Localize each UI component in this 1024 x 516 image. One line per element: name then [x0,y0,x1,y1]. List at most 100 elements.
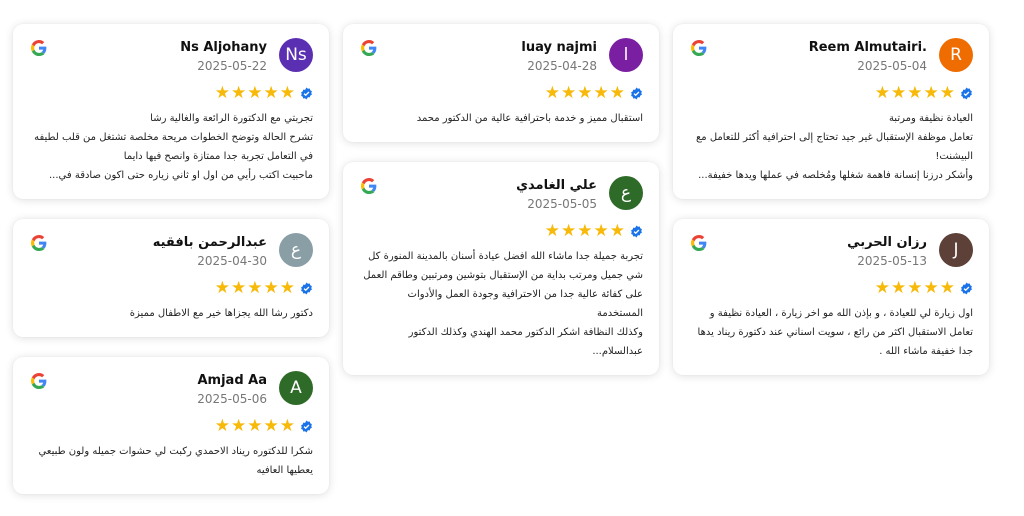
star-icon: ★ [939,83,955,103]
star-icon: ★ [247,83,263,103]
star-rating: ★ ★ ★ ★ ★ [359,84,643,102]
star-icon: ★ [561,83,577,103]
star-icon: ★ [279,278,295,298]
google-icon [361,178,377,194]
star-rating: ★ ★ ★ ★ ★ [359,222,643,240]
verified-badge-icon [961,87,972,99]
star-icon: ★ [231,83,247,103]
star-icon: ★ [247,416,263,436]
star-icon: ★ [263,416,279,436]
star-icon: ★ [891,278,907,298]
star-icon: ★ [609,221,625,241]
review-date: 2025-04-28 [527,59,597,73]
star-icon: ★ [907,278,923,298]
google-icon [361,40,377,56]
star-icon: ★ [609,83,625,103]
star-icon: ★ [923,278,939,298]
avatar: Ns [279,38,313,72]
star-icon: ★ [561,221,577,241]
star-rating: ★ ★ ★ ★ ★ [29,279,313,297]
review-card: علي الغامدي 2025-05-05 ع ★ ★ ★ ★ ★ تجربة جمي… [343,162,659,375]
verified-badge-icon [631,87,642,99]
google-icon [31,40,47,56]
avatar: ع [609,176,643,210]
review-text: استقبال مميز و خدمة باحترافية عالية من ا… [416,113,643,124]
star-rating: ★ ★ ★ ★ ★ [29,417,313,435]
star-icon: ★ [247,278,263,298]
review-date: 2025-05-05 [527,197,597,211]
review-text: تجربتي مع الدكتورة الرائعة والغالية رشا … [34,113,313,181]
google-icon [31,373,47,389]
review-card: luay najmi 2025-04-28 l ★ ★ ★ ★ ★ استقبال مم… [343,24,659,142]
star-icon: ★ [544,83,560,103]
star-icon: ★ [263,278,279,298]
review-text: تجربة جميلة جدا ماشاء الله افضل عيادة أس… [363,251,643,357]
review-card: Ns Aljohany 2025-05-22 Ns ★ ★ ★ ★ ★ تجربتي م… [13,24,329,199]
review-header: علي الغامدي 2025-05-05 ع [359,176,643,216]
avatar: A [279,371,313,405]
review-date: 2025-05-13 [857,254,927,268]
google-icon [691,235,707,251]
star-icon: ★ [214,416,230,436]
review-header: عبدالرحمن بافقيه 2025-04-30 ع [29,233,313,273]
star-icon: ★ [577,221,593,241]
star-icon: ★ [231,416,247,436]
star-icon: ★ [577,83,593,103]
reviews-column-2: luay najmi 2025-04-28 l ★ ★ ★ ★ ★ استقبال مم… [343,24,659,395]
verified-badge-icon [301,87,312,99]
star-rating: ★ ★ ★ ★ ★ [689,279,973,297]
review-text: شكرا للدكتوره ريناد الاحمدي ركبت لي حشوا… [38,446,313,476]
reviewer-name: Reem Almutairi. [808,40,927,55]
review-text: اول زيارة لي للعيادة ، و بإذن الله مو اخ… [697,308,973,357]
google-icon [31,235,47,251]
review-date: 2025-05-04 [857,59,927,73]
review-header: رزان الحربي 2025-05-13 J [689,233,973,273]
reviews-column-1: Ns Aljohany 2025-05-22 Ns ★ ★ ★ ★ ★ تجربتي م… [13,24,329,514]
verified-badge-icon [301,420,312,432]
star-icon: ★ [874,278,890,298]
review-card: رزان الحربي 2025-05-13 J ★ ★ ★ ★ ★ اول زيارة… [673,219,989,375]
review-header: Amjad Aa 2025-05-06 A [29,371,313,411]
review-card: عبدالرحمن بافقيه 2025-04-30 ع ★ ★ ★ ★ ★ دكتو… [13,219,329,337]
reviewer-name: Ns Aljohany [180,40,267,55]
reviewer-name: علي الغامدي [516,178,597,193]
review-header: Reem Almutairi. 2025-05-04 R [689,38,973,78]
star-icon: ★ [214,278,230,298]
star-rating: ★ ★ ★ ★ ★ [29,84,313,102]
star-rating: ★ ★ ★ ★ ★ [689,84,973,102]
review-date: 2025-04-30 [197,254,267,268]
verified-badge-icon [961,282,972,294]
star-icon: ★ [593,221,609,241]
review-header: Ns Aljohany 2025-05-22 Ns [29,38,313,78]
review-text: دكتور رشا الله يجزاها خير مع الاطفال ممي… [129,308,313,319]
star-icon: ★ [279,83,295,103]
avatar: ع [279,233,313,267]
review-card: Reem Almutairi. 2025-05-04 R ★ ★ ★ ★ ★ العيا… [673,24,989,199]
reviewer-name: luay najmi [521,40,597,55]
star-icon: ★ [593,83,609,103]
star-icon: ★ [263,83,279,103]
avatar: J [939,233,973,267]
star-icon: ★ [231,278,247,298]
reviewer-name: عبدالرحمن بافقيه [152,235,267,250]
star-icon: ★ [907,83,923,103]
review-card: Amjad Aa 2025-05-06 A ★ ★ ★ ★ ★ شكرا للدكتور… [13,357,329,494]
review-date: 2025-05-22 [197,59,267,73]
star-icon: ★ [891,83,907,103]
verified-badge-icon [301,282,312,294]
verified-badge-icon [631,225,642,237]
star-icon: ★ [923,83,939,103]
reviewer-name: رزان الحربي [847,235,927,250]
avatar: R [939,38,973,72]
reviewer-name: Amjad Aa [197,373,267,388]
review-text: العيادة نظيفة ومرتبة تعامل موظفة الإستقب… [695,113,973,181]
reviews-column-3: Reem Almutairi. 2025-05-04 R ★ ★ ★ ★ ★ العيا… [673,24,989,395]
star-icon: ★ [874,83,890,103]
star-icon: ★ [544,221,560,241]
avatar: l [609,38,643,72]
review-header: luay najmi 2025-04-28 l [359,38,643,78]
review-date: 2025-05-06 [197,392,267,406]
star-icon: ★ [939,278,955,298]
star-icon: ★ [214,83,230,103]
google-icon [691,40,707,56]
